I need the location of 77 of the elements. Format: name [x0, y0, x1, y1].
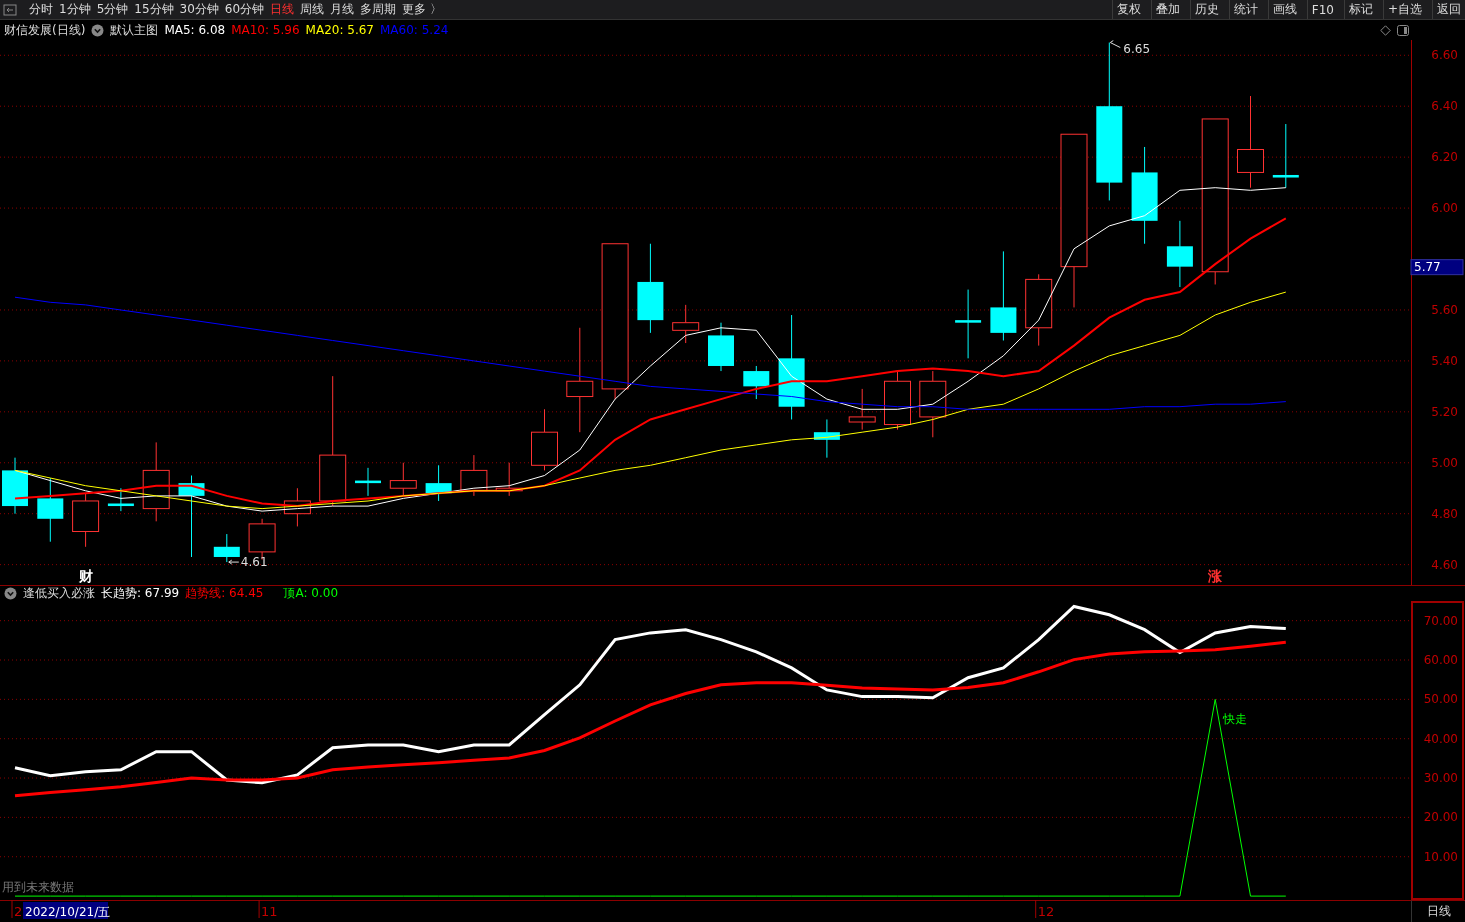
- axis-label: 20.00: [1423, 810, 1458, 825]
- axis-label: 5.60: [1431, 302, 1458, 317]
- axis-label: 70.00: [1423, 613, 1458, 628]
- axis-label: 6.00: [1431, 201, 1458, 216]
- warning-note: 用到未来数据: [2, 880, 74, 894]
- axis-label: 5.00: [1431, 455, 1458, 470]
- candlestick: [283, 487, 311, 527]
- exit-icon[interactable]: [3, 3, 17, 16]
- period-tab[interactable]: 5分钟: [96, 1, 129, 18]
- axis-label: 11: [261, 904, 278, 919]
- indicator-value: MA20: 5.67: [305, 23, 374, 37]
- axis-label: 40.00: [1423, 731, 1458, 746]
- candlestick: [848, 388, 876, 431]
- dropdown-icon[interactable]: [4, 587, 17, 600]
- candlestick: [460, 454, 488, 497]
- axis-label: 6.60: [1431, 48, 1458, 63]
- annotation: 6.65: [1123, 41, 1151, 56]
- chart-title: 财信发展(日线): [4, 21, 86, 39]
- axis-label: 50.00: [1423, 692, 1458, 707]
- annotation: 4.61: [240, 555, 268, 570]
- candlestick: [919, 370, 947, 438]
- candlestick: [37, 477, 64, 543]
- axis-label: 4.80: [1431, 506, 1458, 521]
- candlestick: [2, 457, 28, 515]
- candlestick: [72, 492, 100, 548]
- event-marker[interactable]: 财: [78, 568, 93, 584]
- axis-label: 6.40: [1431, 99, 1458, 114]
- axis-label: 5.40: [1431, 353, 1458, 368]
- candlestick: [813, 418, 840, 459]
- period-tab[interactable]: 分时: [29, 1, 53, 18]
- indicator-value: 顶A: 0.00: [283, 585, 338, 602]
- period-tab[interactable]: 1分钟: [59, 1, 91, 18]
- candlestick: [389, 462, 417, 497]
- axis-label: 2: [14, 904, 23, 919]
- candlestick: [355, 467, 381, 497]
- candlestick: [1272, 123, 1299, 189]
- indicator-value: 趋势线: 64.45: [185, 585, 264, 602]
- period-tab[interactable]: 周线: [300, 1, 325, 18]
- period-tab[interactable]: 15分钟: [134, 1, 174, 18]
- dropdown-icon[interactable]: [91, 23, 105, 37]
- axis-label: 6.20: [1431, 150, 1458, 165]
- candlestick: [213, 533, 240, 563]
- candlestick: [884, 370, 911, 431]
- indicator-value: MA5: 6.08: [164, 23, 226, 37]
- candlestick: [107, 487, 134, 512]
- candlestick: [531, 408, 558, 471]
- candlestick: [425, 464, 452, 502]
- period-tab[interactable]: 60分钟: [224, 1, 265, 18]
- panel-toggle-icon[interactable]: [1397, 24, 1409, 36]
- current-price-tag: 5.77: [1410, 259, 1464, 276]
- candlestick: [672, 304, 700, 344]
- event-marker[interactable]: 涨: [1208, 568, 1223, 584]
- indicator-value: 长趋势: 67.99: [101, 585, 180, 602]
- candlestick: [1166, 220, 1193, 288]
- signal-label: 快走: [1223, 711, 1248, 726]
- candlestick: [743, 365, 770, 400]
- axis-label: 60.00: [1423, 653, 1458, 667]
- axis-label: 30.00: [1423, 771, 1458, 786]
- diamond-icon[interactable]: [1380, 24, 1391, 36]
- indicator-value: MA60: 5.24: [380, 23, 449, 37]
- axis-label: 10.00: [1423, 849, 1458, 864]
- axis-label: 5.20: [1431, 404, 1458, 419]
- period-tab[interactable]: 30分钟: [179, 1, 219, 18]
- axis-label: 4.60: [1431, 557, 1458, 572]
- indicator-title: 逢低买入必涨: [23, 585, 95, 602]
- period-tab[interactable]: 多周期: [360, 1, 397, 18]
- template-label[interactable]: 默认主图: [110, 21, 159, 39]
- period-tab[interactable]: 更多 〉: [402, 1, 442, 18]
- cursor-date-label: 2022/10/21/五: [23, 902, 111, 919]
- period-tab[interactable]: 月线: [330, 1, 355, 18]
- axis-label: 12: [1037, 904, 1055, 919]
- indicator-value: MA10: 5.96: [231, 23, 300, 37]
- period-tab[interactable]: 日线: [270, 1, 295, 18]
- period-label: 日线: [1411, 900, 1465, 922]
- candlestick: [495, 462, 523, 497]
- candlestick: [708, 322, 734, 372]
- candlestick: [955, 289, 982, 359]
